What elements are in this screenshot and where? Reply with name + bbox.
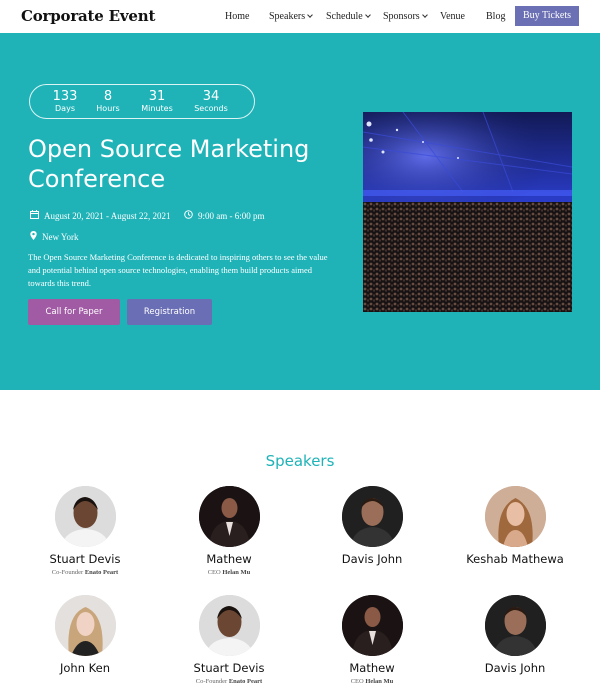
nav-blog[interactable]: Blog	[486, 11, 505, 22]
speaker-role-title: Co-Founder	[51, 569, 84, 576]
speaker-company: Enato Peart	[228, 678, 263, 685]
calendar-icon	[30, 210, 39, 221]
nav-label: Home	[225, 11, 250, 22]
countdown-seconds: 34 Seconds	[186, 89, 236, 114]
speaker-card[interactable]: Mathew CEO Helan Mu	[297, 595, 447, 685]
speaker-company: Helan Mu	[222, 569, 251, 576]
event-date: August 20, 2021 - August 22, 2021	[30, 210, 171, 221]
speaker-card[interactable]: Keshab Mathewa	[440, 486, 590, 566]
speaker-name: John Ken	[60, 661, 110, 675]
speaker-card[interactable]: Mathew CEO Helan Mu	[154, 486, 304, 576]
event-location: New York	[30, 231, 79, 242]
speaker-role-title: CEO	[350, 678, 364, 685]
event-time-text: 9:00 am - 6:00 pm	[198, 211, 265, 221]
countdown-label: Seconds	[194, 104, 228, 113]
countdown-value: 34	[202, 89, 220, 104]
conference-photo	[363, 112, 572, 312]
event-title: Open Source Marketing Conference	[28, 135, 310, 193]
map-pin-icon	[30, 231, 37, 242]
site-header: Corporate Event Home Speakers Schedule S…	[0, 0, 600, 33]
speaker-name: Davis John	[341, 552, 403, 566]
speaker-avatar	[54, 595, 116, 656]
nav-home[interactable]: Home	[225, 11, 249, 22]
speaker-card[interactable]: Davis John	[440, 595, 590, 675]
countdown-value: 8	[103, 89, 113, 104]
speaker-avatar	[198, 595, 260, 656]
speaker-name: Keshab Mathewa	[466, 552, 564, 566]
chevron-down-icon	[364, 12, 371, 18]
hero-section: 133 Days 8 Hours 31 Minutes 34 Seconds O…	[0, 33, 600, 390]
nav-sponsors[interactable]: Sponsors	[383, 11, 428, 22]
speaker-role-title: Co-Founder	[195, 678, 228, 685]
nav-label: Venue	[440, 11, 465, 22]
speaker-avatar	[484, 595, 546, 656]
speaker-avatar	[484, 486, 546, 547]
speaker-company: Helan Mu	[365, 678, 394, 685]
countdown-label: Hours	[96, 104, 120, 113]
call-for-paper-button[interactable]: Call for Paper	[28, 299, 120, 325]
nav-venue[interactable]: Venue	[440, 11, 465, 22]
event-location-text: New York	[42, 232, 79, 242]
speaker-name: Stuart Devis	[193, 661, 265, 675]
speaker-card[interactable]: Stuart Devis Co-Founder Enato Peart	[10, 486, 160, 576]
speakers-heading: Speakers	[265, 452, 335, 470]
chevron-down-icon	[307, 12, 313, 18]
speaker-card[interactable]: Stuart Devis Co-Founder Enato Peart	[154, 595, 304, 685]
speaker-company: Enato Peart	[84, 569, 119, 576]
speaker-role-title: CEO	[207, 569, 221, 576]
speaker-avatar	[341, 595, 403, 656]
countdown-label: Minutes	[141, 104, 173, 113]
event-date-text: August 20, 2021 - August 22, 2021	[44, 211, 171, 221]
speaker-name: Mathew	[206, 552, 252, 566]
nav-speakers[interactable]: Speakers	[269, 11, 313, 22]
speaker-name: Davis John	[484, 661, 546, 675]
nav-label: Blog	[486, 11, 506, 22]
speaker-avatar	[54, 486, 116, 547]
nav-label: Speakers	[269, 11, 306, 22]
countdown-timer: 133 Days 8 Hours 31 Minutes 34 Seconds	[29, 84, 255, 119]
speaker-role: CEO Helan Mu	[154, 569, 304, 576]
speaker-card[interactable]: John Ken	[10, 595, 160, 675]
countdown-hours: 8 Hours	[83, 89, 133, 114]
clock-icon	[184, 210, 193, 221]
countdown-value: 31	[148, 89, 166, 104]
nav-label: Sponsors	[383, 11, 420, 22]
speaker-avatar	[341, 486, 403, 547]
speaker-role: CEO Helan Mu	[297, 678, 447, 685]
speaker-role: Co-Founder Enato Peart	[154, 678, 304, 685]
event-time: 9:00 am - 6:00 pm	[184, 210, 265, 221]
registration-button[interactable]: Registration	[127, 299, 212, 325]
speaker-role: Co-Founder Enato Peart	[10, 569, 160, 576]
speaker-avatar	[198, 486, 260, 547]
chevron-down-icon	[421, 12, 428, 18]
countdown-minutes: 31 Minutes	[132, 89, 182, 114]
speaker-card[interactable]: Davis John	[297, 486, 447, 566]
speaker-name: Stuart Devis	[49, 552, 121, 566]
site-logo[interactable]: Corporate Event	[21, 7, 155, 25]
nav-label: Schedule	[326, 11, 363, 22]
speaker-name: Mathew	[349, 661, 395, 675]
event-description: The Open Source Marketing Conference is …	[28, 252, 328, 288]
nav-schedule[interactable]: Schedule	[326, 11, 371, 22]
buy-tickets-button[interactable]: Buy Tickets	[515, 6, 579, 26]
